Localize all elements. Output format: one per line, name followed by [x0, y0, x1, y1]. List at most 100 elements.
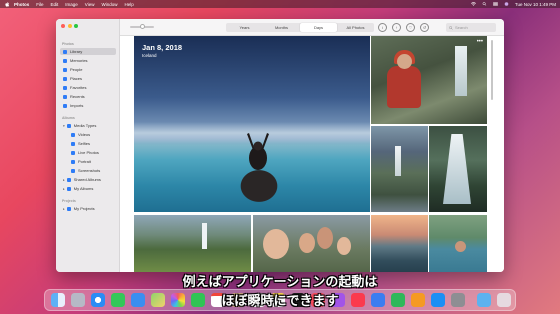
chevron-right-icon[interactable]: ▸	[63, 187, 65, 191]
photo-sunset-lake[interactable]	[371, 215, 428, 272]
photo-face	[455, 241, 466, 252]
subtitle-line-1: 例えばアプリケーションの起動は	[182, 275, 378, 290]
photo-waterfall	[202, 223, 207, 249]
sidebar-item-label: Favorites	[70, 85, 87, 90]
live-photo-icon	[71, 150, 75, 155]
sidebar-item-media-types[interactable]: ▾ Media Types	[60, 122, 116, 129]
menu-help[interactable]: Help	[125, 2, 134, 7]
sidebar-item-label: Memories	[70, 58, 88, 63]
photo-face	[397, 54, 412, 69]
sidebar-item-videos[interactable]: Videos	[68, 131, 116, 138]
chevron-right-icon[interactable]: ▸	[63, 207, 65, 211]
sidebar-item-library[interactable]: Library	[60, 48, 116, 55]
photo-location: Iceland	[142, 53, 157, 58]
sidebar-item-screenshots[interactable]: Screenshots	[68, 167, 116, 174]
photo-face	[317, 227, 333, 249]
sidebar-item-recents[interactable]: Recents	[60, 93, 116, 100]
sidebar-item-memories[interactable]: Memories	[60, 57, 116, 64]
photo-waterfall	[395, 146, 401, 176]
library-icon	[63, 49, 67, 54]
menu-clock[interactable]: Tue Nov 10 1:49 PM	[515, 2, 556, 7]
photo-waterfall-valley[interactable]	[371, 126, 428, 212]
info-icon[interactable]: i	[378, 23, 387, 32]
photos-window: Photos Library Memories People Places Fa…	[56, 19, 504, 272]
photo-hot-spring[interactable]: Jan 8, 2018 Iceland	[134, 36, 370, 212]
sidebar-item-label: Media Types	[73, 123, 97, 128]
sidebar-item-live-photos[interactable]: Live Photos	[68, 149, 116, 156]
subtitle-line-2: ほぼ瞬時にできます	[221, 294, 339, 309]
photo-grid: Jan 8, 2018 Iceland •••	[120, 36, 504, 272]
photo-face	[337, 237, 351, 255]
sidebar-item-portrait[interactable]: Portrait	[68, 158, 116, 165]
apple-menu-icon[interactable]	[4, 1, 10, 7]
folder-icon	[66, 206, 71, 211]
menu-view[interactable]: View	[85, 2, 95, 7]
tab-days[interactable]: Days	[300, 23, 337, 32]
photo-canyon[interactable]	[134, 215, 251, 272]
memories-icon	[63, 58, 67, 63]
sidebar-section-albums: Albums	[62, 116, 75, 120]
sidebar: Photos Library Memories People Places Fa…	[56, 19, 120, 272]
tab-years[interactable]: Years	[226, 23, 263, 32]
sidebar-item-my-projects[interactable]: ▸ My Projects	[60, 205, 116, 212]
photo-waterfall-cascade[interactable]	[429, 126, 487, 212]
photo-date: Jan 8, 2018	[142, 43, 183, 52]
chevron-right-icon[interactable]: ▸	[63, 178, 65, 182]
zoom-slider[interactable]	[130, 24, 154, 29]
photo-group-selfie[interactable]	[253, 215, 370, 272]
close-window-button[interactable]	[61, 24, 65, 28]
photo-hiker[interactable]: •••	[371, 36, 487, 124]
photo-face	[299, 233, 315, 253]
menu-bar: Photos File Edit Image View Window Help …	[0, 0, 560, 8]
zoom-slider-knob[interactable]	[140, 24, 145, 29]
selfie-icon	[71, 141, 75, 146]
menu-file[interactable]: File	[36, 2, 43, 7]
photo-face	[263, 229, 289, 259]
toolbar: Years Months Days All Photos i ↑ ♡ ↺ Sea…	[120, 19, 504, 36]
minimize-window-button[interactable]	[67, 24, 72, 28]
chevron-down-icon[interactable]: ▾	[63, 124, 65, 128]
sidebar-item-places[interactable]: Places	[60, 75, 116, 82]
folder-icon	[66, 123, 71, 128]
window-controls	[61, 24, 78, 28]
sidebar-item-label: Shared Albums	[73, 177, 101, 182]
menu-window[interactable]: Window	[101, 2, 117, 7]
share-icon[interactable]: ↑	[392, 23, 401, 32]
sidebar-item-label: People	[70, 67, 83, 72]
sidebar-item-selfies[interactable]: Selfies	[68, 140, 116, 147]
portrait-icon	[71, 159, 75, 164]
menu-app-name[interactable]: Photos	[14, 2, 29, 7]
more-options-icon[interactable]: •••	[477, 39, 483, 45]
tab-all-photos[interactable]: All Photos	[337, 23, 374, 32]
sidebar-item-label: Screenshots	[78, 168, 101, 173]
control-center-icon[interactable]	[492, 2, 498, 6]
sidebar-item-favorites[interactable]: Favorites	[60, 84, 116, 91]
sidebar-item-shared-albums[interactable]: ▸ Shared Albums	[60, 176, 116, 183]
sidebar-section-photos: Photos	[62, 42, 74, 46]
screenshot-icon	[71, 168, 75, 173]
fullscreen-window-button[interactable]	[74, 24, 78, 28]
rotate-icon[interactable]: ↺	[420, 23, 429, 32]
photo-waterfall	[443, 134, 471, 204]
people-icon	[63, 67, 67, 72]
menu-image[interactable]: Image	[65, 2, 78, 7]
toolbar-actions: i ↑ ♡ ↺	[378, 23, 429, 32]
video-icon	[71, 132, 75, 137]
sidebar-item-label: Places	[70, 76, 83, 81]
menu-edit[interactable]: Edit	[51, 2, 59, 7]
photo-waterfall	[455, 46, 467, 96]
photo-jacket	[387, 66, 421, 108]
sidebar-item-my-albums[interactable]: ▸ My Albums	[60, 185, 116, 192]
places-icon	[63, 76, 67, 81]
sidebar-item-people[interactable]: People	[60, 66, 116, 73]
scrollbar[interactable]	[491, 40, 493, 100]
search-icon	[449, 25, 453, 30]
search-field[interactable]: Search	[446, 23, 496, 32]
photo-swimmer[interactable]	[429, 215, 487, 272]
wifi-icon[interactable]	[470, 2, 476, 6]
sidebar-item-imports[interactable]: Imports	[60, 102, 116, 109]
search-icon[interactable]	[482, 2, 487, 6]
siri-icon[interactable]	[504, 2, 509, 6]
heart-icon[interactable]: ♡	[406, 23, 415, 32]
tab-months[interactable]: Months	[263, 23, 300, 32]
